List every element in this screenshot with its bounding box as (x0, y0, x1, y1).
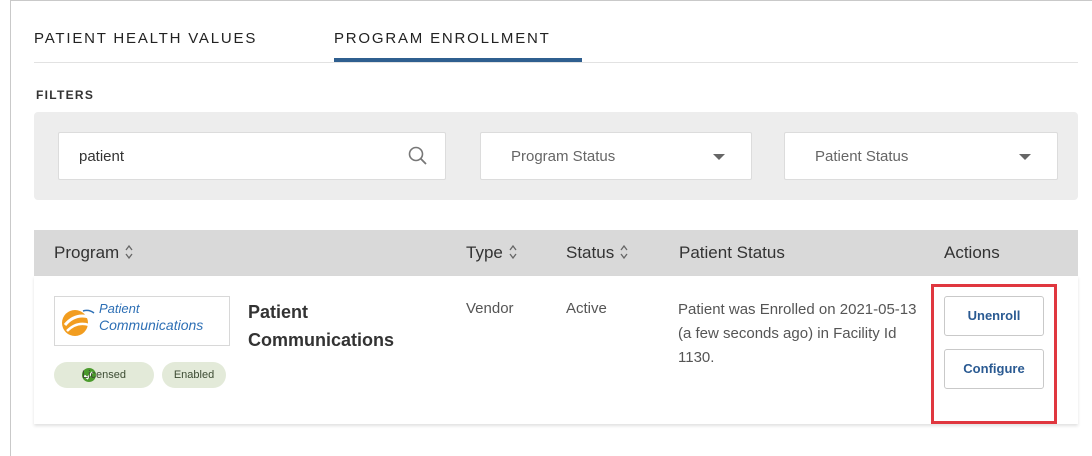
tab-bar: PATIENT HEALTH VALUES PROGRAM ENROLLMENT (34, 20, 1078, 63)
column-header-actions: Actions (944, 243, 1000, 262)
program-type: Vendor (466, 300, 514, 317)
enabled-badge: Enabled (162, 362, 226, 388)
actions-highlight-box: Unenroll Configure (931, 284, 1057, 424)
table-row: Patient Communications Licensed Enabled … (34, 276, 1078, 424)
column-header-program[interactable]: Program (54, 243, 133, 263)
sort-icon[interactable] (509, 245, 517, 259)
program-logo: Patient Communications (54, 296, 230, 346)
sort-icon[interactable] (620, 245, 628, 259)
search-icon[interactable] (407, 145, 429, 167)
column-header-status[interactable]: Status (566, 243, 628, 263)
column-header-patient-status: Patient Status (679, 243, 785, 262)
column-header-type[interactable]: Type (466, 243, 517, 263)
licensed-badge: Licensed (54, 362, 154, 388)
table-header: Program Type Status Patient Status Actio… (34, 230, 1078, 276)
configure-button[interactable]: Configure (944, 349, 1044, 389)
patient-communications-logo-icon (62, 309, 95, 336)
patient-status-select[interactable]: Patient Status (784, 132, 1058, 180)
tab-patient-health-values[interactable]: PATIENT HEALTH VALUES (34, 30, 257, 47)
licensed-badge-label: Licensed (82, 369, 127, 381)
filters-heading: FILTERS (36, 88, 95, 102)
program-name: Patient Communications (248, 302, 395, 350)
logo-text-line2: Communications (99, 317, 204, 333)
program-status: Active (566, 300, 607, 317)
chevron-down-icon (1019, 154, 1031, 160)
chevron-down-icon (713, 154, 725, 160)
unenroll-button[interactable]: Unenroll (944, 296, 1044, 336)
filter-panel: patient Program Status Patient Status (34, 112, 1078, 200)
patient-status-text: Patient was Enrolled on 2021-05-13 (a fe… (678, 301, 917, 366)
tab-program-enrollment[interactable]: PROGRAM ENROLLMENT (334, 30, 551, 47)
search-input[interactable]: patient (58, 132, 446, 180)
program-status-select[interactable]: Program Status (480, 132, 752, 180)
search-input-value[interactable]: patient (79, 148, 124, 165)
sort-icon[interactable] (125, 245, 133, 259)
active-tab-indicator (334, 58, 582, 62)
logo-text-line1: Patient (99, 301, 140, 316)
patient-status-placeholder: Patient Status (815, 148, 909, 165)
program-status-placeholder: Program Status (511, 148, 616, 165)
